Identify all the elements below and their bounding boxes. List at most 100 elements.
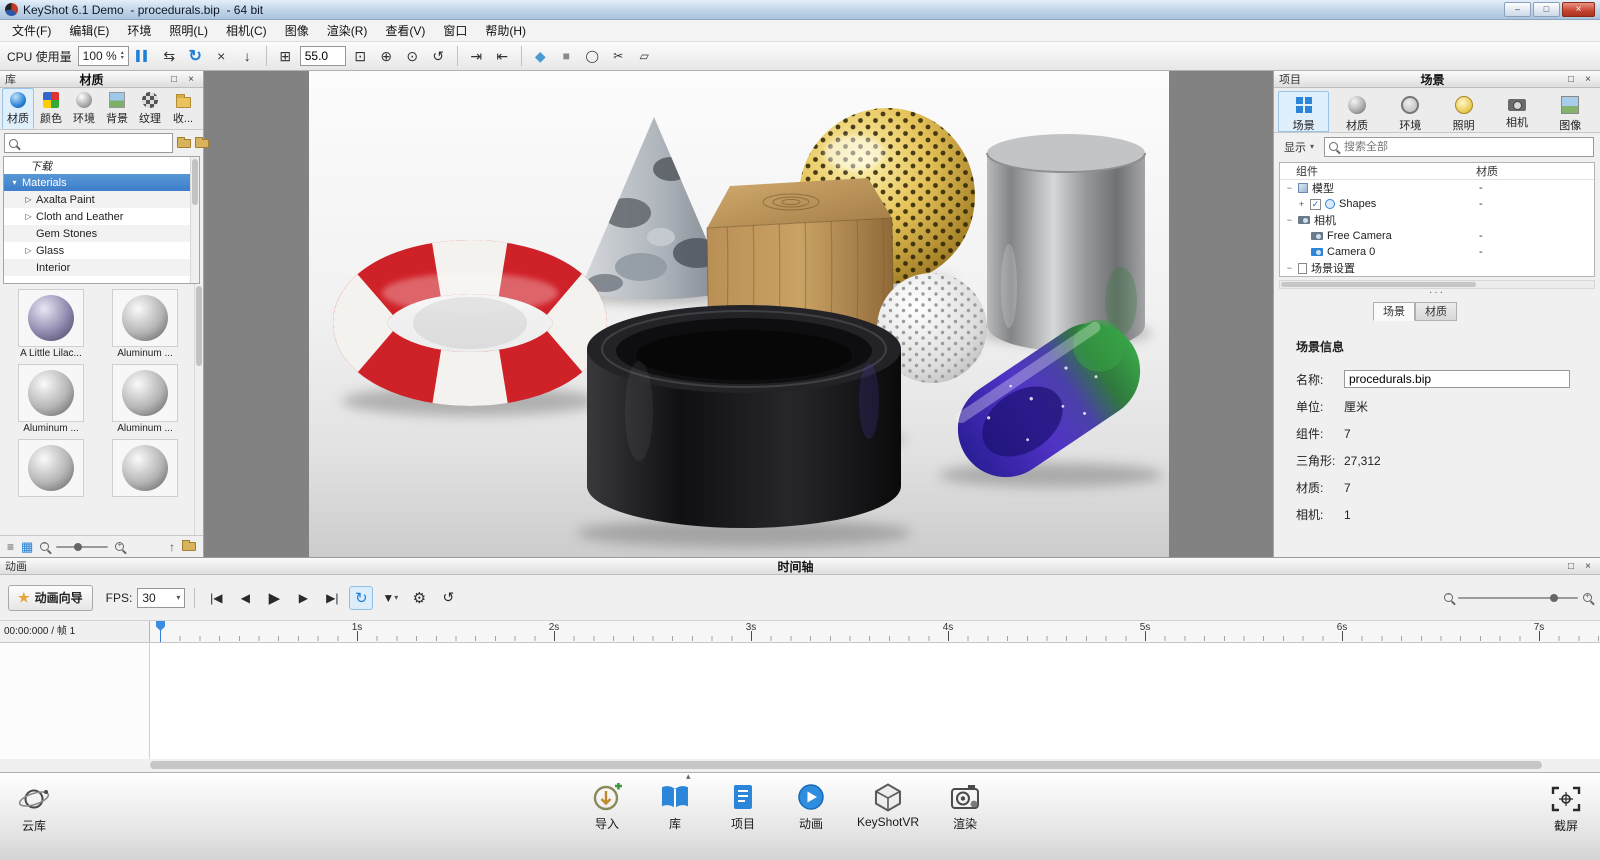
library-tab-colors[interactable]: 颜色 xyxy=(35,88,67,129)
tree-item-materials[interactable]: ▾Materials xyxy=(4,174,199,191)
perspective-button[interactable]: ⊞ xyxy=(274,45,297,68)
project-close-button[interactable]: × xyxy=(1581,74,1595,85)
project-tab-lighting[interactable]: 照明 xyxy=(1438,91,1489,132)
tree-item-free-camera[interactable]: Free Camera - xyxy=(1280,228,1594,244)
menu-window[interactable]: 窗口 xyxy=(434,20,476,41)
section-cut-button[interactable]: ✂ xyxy=(607,45,630,68)
timeline-zoom-in-icon[interactable] xyxy=(1583,593,1592,602)
menu-environment[interactable]: 环境 xyxy=(118,20,160,41)
timeline-scrollbar[interactable] xyxy=(0,759,1600,772)
library-tab-favorites[interactable]: 收... xyxy=(167,89,199,129)
menu-image[interactable]: 图像 xyxy=(276,20,318,41)
thumbnail-zoom-in-icon[interactable] xyxy=(115,542,124,551)
cloud-library-button[interactable]: 云库 xyxy=(12,784,56,834)
thumbnail-size-slider[interactable] xyxy=(56,546,108,548)
menu-render[interactable]: 渲染(R) xyxy=(318,20,377,41)
close-button[interactable]: × xyxy=(1562,2,1595,17)
step-forward-button[interactable]: ▶ xyxy=(291,586,315,610)
visibility-checkbox[interactable]: ✓ xyxy=(1310,199,1321,210)
skip-to-end-button[interactable]: ▶| xyxy=(320,586,344,610)
ground-plane-button[interactable]: ▱ xyxy=(633,45,656,68)
keyshotvr-button[interactable]: KeyShotVR xyxy=(857,782,919,832)
fps-select[interactable]: 30▾ xyxy=(137,588,185,608)
expander-icon[interactable]: ▷ xyxy=(24,246,33,255)
project-tab-image[interactable]: 图像 xyxy=(1545,91,1596,132)
menu-edit[interactable]: 编辑(E) xyxy=(60,20,118,41)
tree-item-glass[interactable]: ▷Glass xyxy=(4,242,199,259)
grid-view-button[interactable]: ▦ xyxy=(21,540,33,553)
timeline-track[interactable] xyxy=(0,643,1600,759)
skip-to-start-button[interactable]: |◀ xyxy=(204,586,228,610)
tree-item-cameras[interactable]: − 相机 xyxy=(1280,212,1594,228)
import-geometry-button[interactable]: ⇤ xyxy=(491,45,514,68)
tree-item-interior[interactable]: Interior xyxy=(4,259,199,276)
project-tab-scene[interactable]: 场景 xyxy=(1278,91,1329,132)
collapse-icon[interactable]: − xyxy=(1285,215,1294,225)
refresh-render-button[interactable]: ↻ xyxy=(184,45,207,68)
upload-material-button[interactable]: ↑ xyxy=(169,541,175,553)
scrollbar-thumb[interactable] xyxy=(1281,282,1476,287)
tree-item-axalta-paint[interactable]: ▷Axalta Paint xyxy=(4,191,199,208)
zoom-in-button[interactable]: ⊕ xyxy=(375,45,398,68)
project-search-box[interactable] xyxy=(1324,137,1594,157)
timeline-zoom-slider[interactable] xyxy=(1458,597,1578,599)
scene-tree-scrollbar[interactable] xyxy=(1279,280,1595,289)
expander-icon[interactable]: ▷ xyxy=(24,195,33,204)
animation-wizard-button[interactable]: ★ 动画向导 xyxy=(8,585,93,611)
panel-splitter-handle[interactable]: ··· xyxy=(1274,289,1600,299)
material-thumbnail[interactable]: Aluminum ... xyxy=(7,364,95,435)
library-dock-button[interactable]: 库 xyxy=(653,782,697,832)
menu-lighting[interactable]: 照明(L) xyxy=(160,20,217,41)
tree-item-gem-stones[interactable]: Gem Stones xyxy=(4,225,199,242)
realtime-viewport[interactable] xyxy=(204,71,1273,557)
export-geometry-button[interactable]: ⇥ xyxy=(465,45,488,68)
tree-item-scene-settings[interactable]: − 场景设置 xyxy=(1280,260,1594,276)
project-tab-environment[interactable]: 环境 xyxy=(1385,91,1436,132)
play-button[interactable]: ▶ xyxy=(262,586,286,610)
tree-group-downloads[interactable]: 下载 xyxy=(4,157,199,174)
library-tab-backplates[interactable]: 背景 xyxy=(101,88,133,129)
ruler-area[interactable]: 1s 2s 3s 4s 5s 6s 7s xyxy=(150,621,1600,642)
tree-item-model[interactable]: − 模型 - xyxy=(1280,180,1594,196)
material-thumbnail[interactable] xyxy=(7,439,95,510)
playhead[interactable] xyxy=(160,621,161,642)
slider-knob[interactable] xyxy=(74,543,82,551)
library-close-button[interactable]: × xyxy=(184,74,198,85)
maximize-button[interactable]: □ xyxy=(1533,2,1560,17)
tree-item-camera-0[interactable]: Camera 0 - xyxy=(1280,244,1594,260)
library-tab-environments[interactable]: 环境 xyxy=(68,88,100,129)
project-float-button[interactable]: □ xyxy=(1564,74,1578,85)
round-edges-button[interactable]: ◯ xyxy=(581,45,604,68)
thumbnail-scrollbar[interactable] xyxy=(194,284,203,535)
spinner-icon[interactable]: ▴▾ xyxy=(121,51,124,61)
sync-button[interactable]: ⇆ xyxy=(158,45,181,68)
expander-icon[interactable]: ▷ xyxy=(24,212,33,221)
timeline-ruler[interactable]: 00:00:000 / 帧 1 1s 2s 3s 4s 5s 6s 7s xyxy=(0,621,1600,643)
focal-length-input[interactable] xyxy=(300,46,346,66)
library-float-button[interactable]: □ xyxy=(167,74,181,85)
material-thumbnail[interactable] xyxy=(101,439,189,510)
screenshot-button[interactable]: 截屏 xyxy=(1544,784,1588,834)
minimize-button[interactable]: – xyxy=(1504,2,1531,17)
material-template-button[interactable]: ◆ xyxy=(529,45,552,68)
timeline-float-button[interactable]: □ xyxy=(1564,561,1578,572)
slider-knob[interactable] xyxy=(1550,594,1558,602)
material-thumbnail[interactable]: Aluminum ... xyxy=(101,289,189,360)
zoom-region-button[interactable]: ⊡ xyxy=(349,45,372,68)
scrollbar-thumb[interactable] xyxy=(196,286,202,366)
menu-view[interactable]: 查看(V) xyxy=(376,20,434,41)
pause-button[interactable]: ▌▌ xyxy=(132,45,155,68)
orbit-button[interactable]: ↺ xyxy=(427,45,450,68)
stop-render-button[interactable]: × xyxy=(210,45,233,68)
material-thumbnail[interactable]: A Little Lilac... xyxy=(7,289,95,360)
menu-file[interactable]: 文件(F) xyxy=(3,20,60,41)
list-view-button[interactable]: ≡ xyxy=(7,541,14,553)
library-search-input[interactable] xyxy=(22,136,168,150)
add-folder-button[interactable] xyxy=(177,134,191,152)
scrollbar-thumb[interactable] xyxy=(150,761,1542,769)
loop-toggle-button[interactable]: ↻ xyxy=(349,586,373,610)
zoom-fit-button[interactable]: ⊙ xyxy=(401,45,424,68)
library-tree-scrollbar[interactable] xyxy=(190,157,199,283)
material-thumbnail[interactable]: Aluminum ... xyxy=(101,364,189,435)
animation-dock-button[interactable]: 动画 xyxy=(789,782,833,832)
